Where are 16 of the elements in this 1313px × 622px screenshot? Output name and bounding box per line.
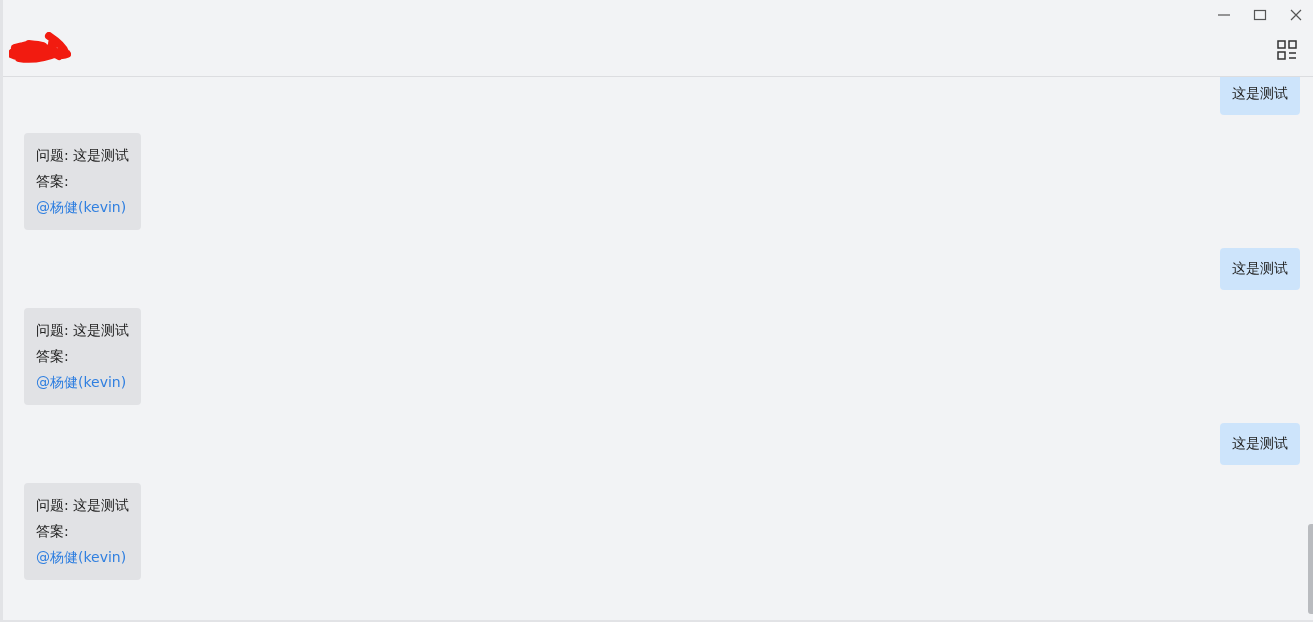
mention-link[interactable]: @杨健(kevin) xyxy=(36,199,127,215)
close-icon[interactable] xyxy=(1289,8,1303,22)
maximize-icon[interactable] xyxy=(1253,8,1267,22)
mention-link[interactable]: @杨健(kevin) xyxy=(36,374,127,390)
grid-icon[interactable] xyxy=(1277,40,1297,60)
message-text: 问题: 这是测试 xyxy=(36,496,130,515)
mention-link[interactable]: @杨健(kevin) xyxy=(36,549,127,565)
user-message: 这是测试 xyxy=(1220,77,1300,115)
message-text: 答案: xyxy=(36,347,70,366)
message-text: 答案: xyxy=(36,172,70,191)
message-text: 答案: xyxy=(36,522,70,541)
message-text: 问题: 这是测试 xyxy=(36,321,130,340)
user-message: 这是测试 xyxy=(1220,248,1300,290)
user-message: 这是测试 xyxy=(1220,423,1300,465)
scrollbar-thumb[interactable] xyxy=(1308,524,1313,614)
message-text: 问题: 这是测试 xyxy=(36,146,130,165)
